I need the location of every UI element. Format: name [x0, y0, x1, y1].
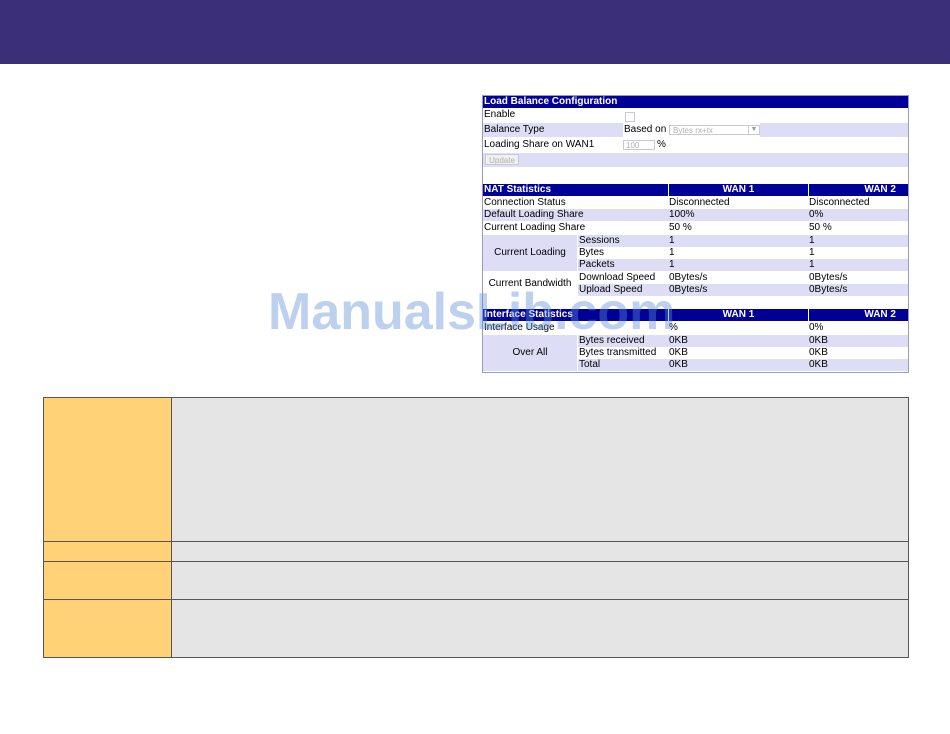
description-row [44, 398, 908, 542]
bytes-wan1: 1 [669, 247, 675, 258]
balance-type-select[interactable]: Bytes rx+tx ▼ [669, 125, 760, 135]
description-label-cell [44, 600, 172, 657]
balance-type-row: Balance Type Based on Bytes rx+tx ▼ [483, 123, 908, 137]
total-wan2: 0KB [809, 359, 828, 370]
nat-title: NAT Statistics [484, 184, 552, 195]
loading-share-row: Loading Share on WAN1 100 % [483, 138, 908, 152]
bytes-transmitted-wan1: 0KB [669, 347, 688, 358]
description-row [44, 562, 908, 600]
sessions-label: Sessions [579, 235, 620, 246]
description-text-cell [172, 398, 908, 541]
sessions-wan1: 1 [669, 235, 675, 246]
sessions-wan2: 1 [809, 235, 815, 246]
bytes-label: Bytes [579, 247, 605, 258]
connection-status-wan1: Disconnected [669, 197, 730, 208]
upload-speed-wan2: 0Bytes/s [809, 284, 848, 295]
chevron-down-icon: ▼ [748, 126, 759, 134]
bytes-transmitted-wan2: 0KB [809, 347, 828, 358]
bytes-transmitted-label: Bytes transmitted [579, 347, 657, 358]
loading-share-label: Loading Share on WAN1 [484, 139, 595, 150]
current-share-wan2: 50 % [809, 222, 832, 233]
enable-checkbox[interactable] [625, 112, 635, 122]
based-on-label: Based on [624, 124, 667, 135]
bytes-wan2: 1 [809, 247, 815, 258]
download-speed-wan2: 0Bytes/s [809, 272, 848, 283]
default-share-row: Default Loading Share 100% 0% [483, 209, 908, 221]
interface-usage-wan2: 0% [809, 322, 824, 333]
interface-wan2-header: WAN 2 [808, 309, 908, 321]
bytes-received-wan2: 0KB [809, 335, 828, 346]
enable-label: Enable [484, 109, 516, 120]
current-loading-label: Current Loading [483, 235, 577, 271]
description-row [44, 600, 908, 657]
load-balance-header: Load Balance Configuration [483, 96, 908, 108]
balance-type-label: Balance Type [484, 124, 545, 135]
description-label-cell [44, 398, 172, 541]
nat-wan1-header: WAN 1 [668, 184, 808, 196]
current-share-wan1: 50 % [669, 222, 692, 233]
description-text-cell [172, 542, 908, 561]
total-wan1: 0KB [669, 359, 688, 370]
load-balance-title: Load Balance Configuration [484, 96, 618, 107]
description-row [44, 542, 908, 562]
default-share-label: Default Loading Share [484, 209, 584, 220]
packets-wan1: 1 [669, 259, 675, 270]
update-row: Update [483, 153, 908, 167]
percent-label: % [657, 139, 666, 150]
bytes-transmitted-row: Bytes transmitted 0KB 0KB [578, 347, 908, 359]
description-label-cell [44, 542, 172, 561]
connection-status-wan2: Disconnected [809, 197, 870, 208]
current-share-label: Current Loading Share [484, 222, 586, 233]
default-share-wan2: 0% [809, 209, 824, 220]
packets-label: Packets [579, 259, 615, 270]
description-text-cell [172, 562, 908, 599]
current-share-row: Current Loading Share 50 % 50 % [483, 222, 908, 234]
loading-share-input[interactable]: 100 [623, 140, 655, 150]
packets-row: Packets 1 1 [578, 259, 908, 271]
interface-wan1-header: WAN 1 [668, 309, 808, 321]
nat-wan2-header: WAN 2 [808, 184, 908, 196]
connection-status-row: Connection Status Disconnected Disconnec… [483, 197, 908, 209]
connection-status-label: Connection Status [484, 197, 566, 208]
description-label-cell [44, 562, 172, 599]
watermark: ManualsLib.com [268, 283, 676, 341]
enable-row: Enable [483, 109, 908, 122]
description-text-cell [172, 600, 908, 657]
packets-wan2: 1 [809, 259, 815, 270]
top-banner [0, 0, 950, 64]
total-row: Total 0KB 0KB [578, 359, 908, 371]
description-table [43, 397, 909, 658]
bytes-row: Bytes 1 1 [578, 247, 908, 259]
default-share-wan1: 100% [669, 209, 695, 220]
sessions-row: Sessions 1 1 [578, 235, 908, 247]
nat-header: NAT Statistics WAN 1 WAN 2 [483, 184, 908, 196]
total-label: Total [579, 359, 601, 370]
balance-type-value: Bytes rx+tx [673, 126, 713, 135]
update-button[interactable]: Update [485, 154, 519, 165]
